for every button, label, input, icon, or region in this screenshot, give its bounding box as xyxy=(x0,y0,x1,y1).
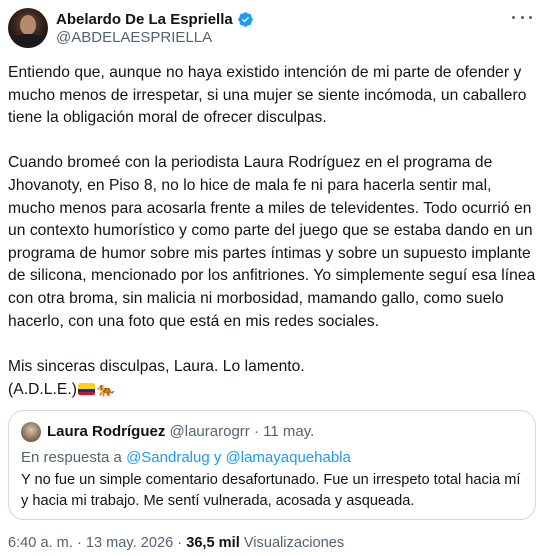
author-name-row: Abelardo De La Espriella xyxy=(56,9,254,29)
tweet-paragraph-closing: Mis sinceras disculpas, Laura. Lo lament… xyxy=(8,356,538,402)
quoted-tweet[interactable]: Laura Rodríguez @laurarogrr · 11 may. En… xyxy=(8,410,536,520)
quoted-author-avatar xyxy=(21,422,41,442)
reply-prefix: En respuesta a xyxy=(21,449,122,466)
verified-badge-icon xyxy=(237,11,253,27)
tweet-body: Entiendo que, aunque no haya existido in… xyxy=(8,62,538,402)
tweet-paragraph: Entiendo que, aunque no haya existido in… xyxy=(8,64,527,127)
author-handle[interactable]: @ABDELAESPRIELLA xyxy=(56,29,212,46)
tweet-apology: Mis sinceras disculpas, Laura. Lo lament… xyxy=(8,357,305,375)
quoted-tweet-text: Y no fue un simple comentario desafortun… xyxy=(21,472,521,509)
reply-mentions[interactable]: @Sandralug y @lamayaquehabla xyxy=(126,449,351,466)
tiger-icon: 🐅 xyxy=(96,381,115,398)
quoted-author-meta: @laurarogrr · 11 may. xyxy=(169,423,315,440)
quoted-author-name: Laura Rodríguez xyxy=(47,423,166,440)
tweet-signature: (A.D.L.E.) xyxy=(8,381,77,399)
quoted-reply-context: En respuesta a @Sandralug y @lamayaqueha… xyxy=(21,449,351,466)
tweet-timestamp[interactable]: 6:40 a. m. · 13 may. 2026 · xyxy=(8,535,182,551)
tweet-card: Abelardo De La Espriella @ABDELAESPRIELL… xyxy=(0,0,546,556)
colombia-flag-icon xyxy=(77,383,95,396)
author-avatar[interactable] xyxy=(8,8,48,48)
quoted-tweet-header: Laura Rodríguez @laurarogrr · 11 may. xyxy=(47,423,314,440)
author-display-name[interactable]: Abelardo De La Espriella xyxy=(56,11,233,28)
tweet-paragraph: Cuando bromeé con la periodista Laura Ro… xyxy=(8,154,536,330)
tweet-footer: 6:40 a. m. · 13 may. 2026 · 36,5 mil Vis… xyxy=(8,535,344,551)
views-label: Visualizaciones xyxy=(243,535,345,551)
views-count: 36,5 mil xyxy=(186,535,240,551)
more-options-icon[interactable] xyxy=(512,10,532,24)
